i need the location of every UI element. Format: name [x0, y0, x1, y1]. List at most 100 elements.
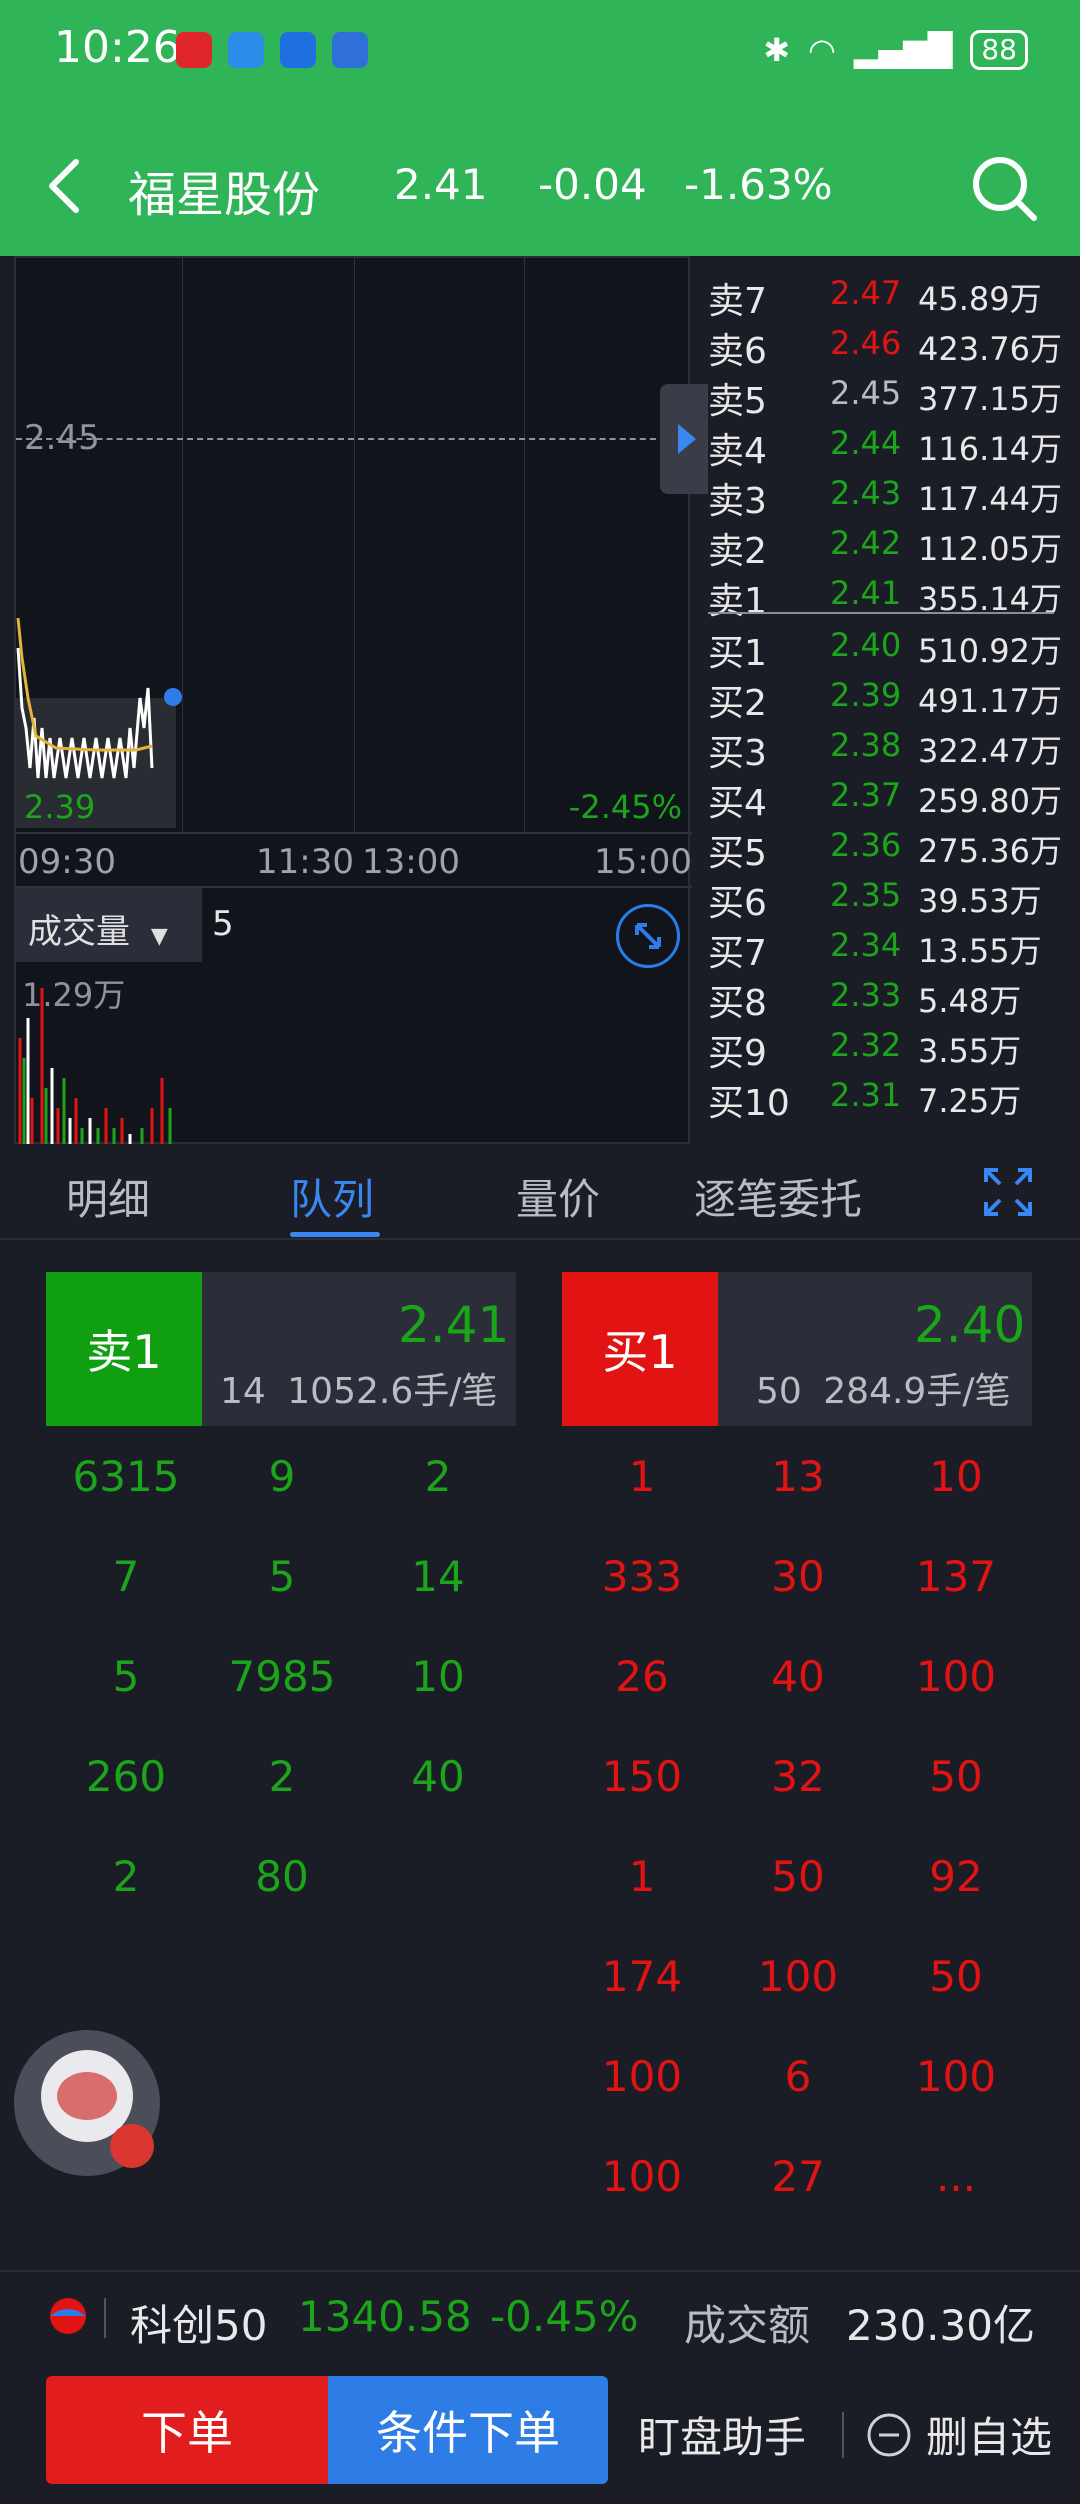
expand-icon[interactable] [616, 904, 680, 968]
bid-row[interactable]: 买3 2.38 322.47万 [708, 722, 1068, 774]
ask-row[interactable]: 卖4 2.44 116.14万 [708, 420, 1068, 472]
price-change: -0.04 [538, 160, 647, 209]
ask-row[interactable]: 卖6 2.46 423.76万 [708, 320, 1068, 372]
ask-row[interactable]: 卖5 2.45 377.15万 [708, 370, 1068, 422]
level-price: 2.40 [830, 626, 902, 664]
app-icon [332, 32, 368, 68]
buy-queue-order: 26 [615, 1652, 669, 1701]
tab-order-by-order[interactable]: 逐笔委托 [694, 1166, 862, 1227]
level-price: 2.32 [830, 1026, 902, 1064]
current-price: 2.41 [394, 160, 488, 209]
buy-queue-order: ... [935, 2152, 977, 2201]
book-divider [708, 612, 1054, 614]
tab-detail[interactable]: 明细 [66, 1166, 150, 1227]
sell1-avg: 1052.6手/笔 [287, 1371, 498, 1412]
level-price: 2.42 [830, 524, 902, 562]
level-quantity: 7.25万 [918, 1082, 1022, 1120]
buy-queue-order: 32 [771, 1752, 825, 1801]
action-bar: 下单 条件下单 盯盘助手 删自选 [0, 2360, 1080, 2504]
buy-queue-order: 100 [601, 2152, 683, 2201]
reference-line [16, 438, 676, 440]
bid-row[interactable]: 买5 2.36 275.36万 [708, 822, 1068, 874]
level-label: 卖7 [708, 281, 767, 322]
sell-queue-order: 40 [411, 1752, 465, 1801]
place-order-button[interactable]: 下单 [46, 2376, 328, 2484]
index-ticker[interactable]: 科创50 1340.58 -0.45% 成交额 230.30亿 [0, 2270, 1080, 2360]
buy-queue-order: 174 [601, 1952, 683, 2001]
bid-row[interactable]: 买4 2.37 259.80万 [708, 772, 1068, 824]
buy1-count: 50 [756, 1371, 802, 1412]
x-tick: 09:30 [18, 842, 116, 882]
buy-queue-order: 13 [771, 1452, 825, 1501]
tab-indicator [290, 1232, 380, 1237]
level-quantity: 259.80万 [918, 782, 1062, 820]
level-price: 2.41 [830, 574, 902, 612]
level-label: 买2 [708, 683, 767, 724]
level-price: 2.43 [830, 474, 902, 512]
buy-queue-order: 6 [784, 2052, 812, 2101]
x-axis: 09:30 11:30 13:00 15:00 [16, 832, 692, 886]
level-price: 2.31 [830, 1076, 902, 1114]
bid-row[interactable]: 买7 2.34 13.55万 [708, 922, 1068, 974]
status-icons: ✱ ◠ ▂▄▆█ 88 [763, 30, 1028, 70]
conditional-order-button[interactable]: 条件下单 [328, 2376, 608, 2484]
reference-price-label: 2.45 [24, 418, 100, 458]
level-price: 2.39 [830, 676, 902, 714]
sell-queue-order: 80 [255, 1852, 309, 1901]
level-label: 买6 [708, 883, 767, 924]
sell-queue-order: 10 [411, 1652, 465, 1701]
buy-queue-order: 100 [601, 2052, 683, 2101]
fullscreen-icon[interactable] [980, 1164, 1036, 1220]
ask-row[interactable]: 卖3 2.43 117.44万 [708, 470, 1068, 522]
intraday-chart[interactable]: 2.45 2.39 -2.45% 09:30 11:30 13:00 15:00… [14, 256, 708, 1148]
tab-volume-price[interactable]: 量价 [516, 1166, 600, 1227]
browser-icon [280, 32, 316, 68]
buy-queue-order: 40 [771, 1652, 825, 1701]
bid-row[interactable]: 买8 2.33 5.48万 [708, 972, 1068, 1024]
index-value: 1340.58 [298, 2292, 472, 2341]
sell-queue-order: 14 [411, 1552, 465, 1601]
indicator-select[interactable]: 成交量 ▼ [16, 888, 202, 962]
sell-queue-order: 260 [85, 1752, 167, 1801]
divider [842, 2412, 844, 2458]
bid-row[interactable]: 买2 2.39 491.17万 [708, 672, 1068, 724]
tab-queue[interactable]: 队列 [290, 1166, 374, 1227]
ask-row[interactable]: 卖7 2.47 45.89万 [708, 270, 1068, 322]
buy-queue-order: 27 [771, 2152, 825, 2201]
level-quantity: 5.48万 [918, 982, 1022, 1020]
indicator-select-label: 成交量 [28, 912, 130, 952]
buy-queue-order: 1 [628, 1852, 656, 1901]
sell-queue-order: 2 [424, 1452, 452, 1501]
level-quantity: 3.55万 [918, 1032, 1022, 1070]
bid-row[interactable]: 买1 2.40 510.92万 [708, 622, 1068, 674]
level-label: 卖5 [708, 381, 767, 422]
buy-queue-order: 10 [929, 1452, 983, 1501]
buy-queue-order: 100 [915, 1652, 997, 1701]
level-label: 卖4 [708, 431, 767, 472]
level-label: 买3 [708, 733, 767, 774]
level-label: 买5 [708, 833, 767, 874]
level-label: 买1 [708, 633, 767, 674]
level-quantity: 112.05万 [918, 530, 1062, 568]
detail-tabs: 明细 队列 量价 逐笔委托 [0, 1144, 1080, 1240]
search-icon[interactable] [966, 150, 1042, 226]
monitor-assistant-button[interactable]: 盯盘助手 [638, 2404, 806, 2465]
sell1-price: 2.41 [398, 1296, 510, 1354]
assistant-avatar[interactable] [14, 2030, 160, 2176]
level-quantity: 45.89万 [918, 280, 1042, 318]
level-label: 卖1 [708, 581, 767, 622]
bid-row[interactable]: 买9 2.32 3.55万 [708, 1022, 1068, 1074]
back-icon[interactable] [36, 150, 96, 222]
level-label: 卖3 [708, 481, 767, 522]
level-quantity: 117.44万 [918, 480, 1062, 518]
level-quantity: 423.76万 [918, 330, 1062, 368]
divider [104, 2298, 106, 2338]
remove-watchlist-button[interactable]: 删自选 [926, 2404, 1052, 2465]
ask-row[interactable]: 卖2 2.42 112.05万 [708, 520, 1068, 572]
sell-queue-order: 5 [268, 1552, 296, 1601]
bid-row[interactable]: 买6 2.35 39.53万 [708, 872, 1068, 924]
level-label: 卖2 [708, 531, 767, 572]
level-price: 2.37 [830, 776, 902, 814]
level-price: 2.38 [830, 726, 902, 764]
bid-row[interactable]: 买10 2.31 7.25万 [708, 1072, 1068, 1124]
